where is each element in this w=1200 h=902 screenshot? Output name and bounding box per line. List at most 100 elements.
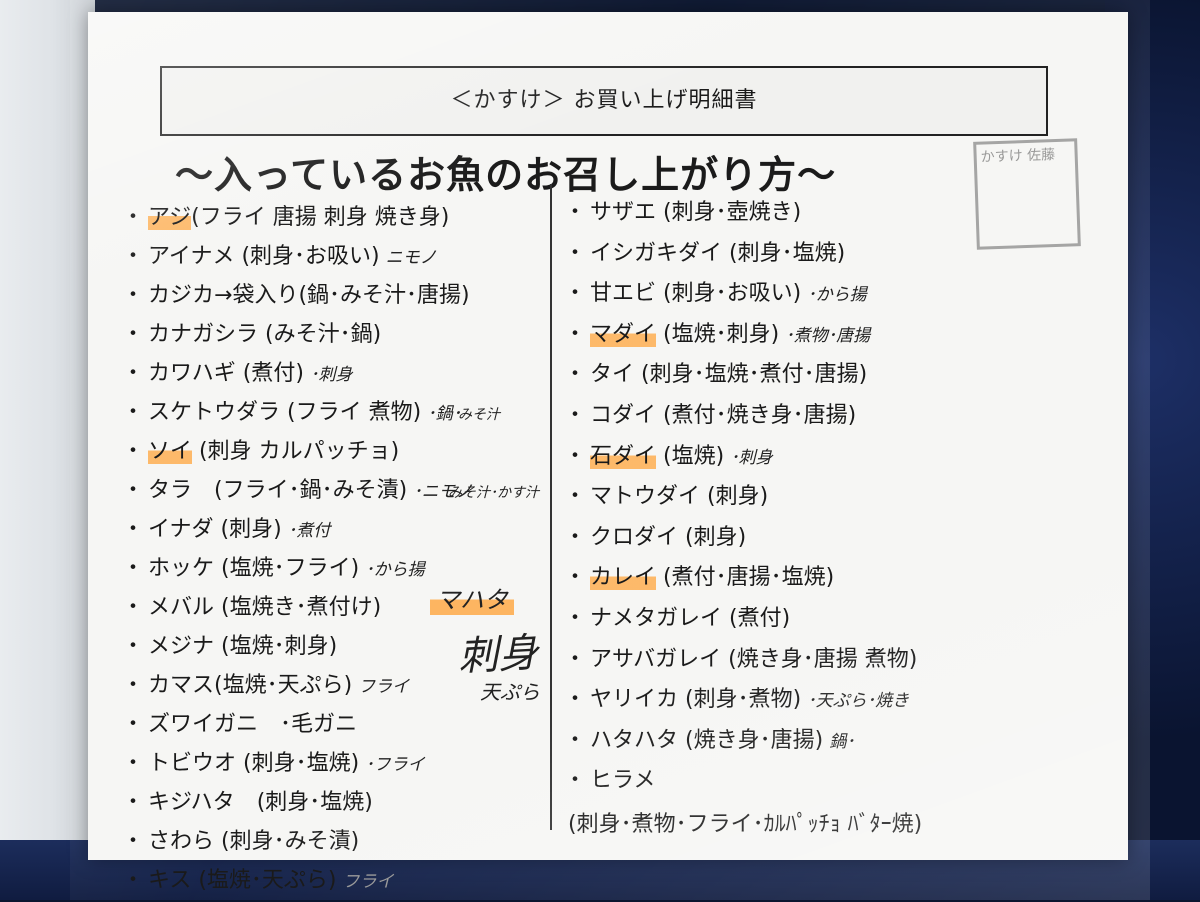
cooking-methods: (刺身): [678, 524, 747, 550]
right-fish-list: ・サザエ (刺身･壺焼き) ・イシガキダイ (刺身･塩焼) ・甘エビ (刺身･お吸い…: [560, 193, 1060, 802]
fish-name: イシガキダイ: [590, 240, 723, 266]
handwritten-note: ･煮物･唐揚: [785, 325, 871, 346]
cooking-methods: (フライ 唐揚 刺身 焼き身): [191, 205, 450, 230]
fish-list-item: ・キジハタ (刺身･塩焼): [118, 783, 558, 822]
cooking-methods: (煮付): [722, 605, 791, 631]
bullet: ・: [563, 402, 586, 428]
bullet: ・: [563, 727, 586, 753]
handwritten-note: ･から揚: [365, 560, 425, 580]
bullet: ・: [121, 790, 144, 815]
bullet: ・: [563, 524, 586, 550]
handwritten-note: ･フライ: [365, 755, 425, 775]
fish-list-item: ・ヒラメ: [560, 761, 1060, 802]
fish-list-item: ・カナガシラ (みそ汁･鍋): [118, 315, 558, 354]
cooking-methods: (塩焼): [656, 443, 725, 469]
handwritten-tempura-note: 天ぷら: [480, 680, 540, 704]
handwritten-note: ･煮付: [287, 521, 331, 541]
handwritten-note: フライ: [358, 677, 410, 697]
hirame-methods: (刺身･煮物･フライ･ｶﾙﾊﾟｯﾁｮ ﾊﾞﾀｰ焼): [568, 812, 923, 837]
bullet: ・: [563, 605, 586, 631]
fish-list-item: ・石ダイ (塩焼) ･刺身: [560, 437, 1060, 478]
fish-list-item: ・イナダ (刺身) ･煮付: [118, 510, 558, 549]
fish-name: カマス: [148, 673, 215, 698]
bullet: ・: [121, 712, 144, 737]
cooking-methods: (煮付･焼き身･唐揚): [656, 402, 857, 428]
bullet: ・: [563, 565, 586, 591]
fish-list-item: ・甘エビ (刺身･お吸い) ･から揚: [560, 274, 1060, 315]
fish-name: キジハタ: [148, 790, 235, 815]
bullet: ・: [121, 478, 144, 503]
fish-list-item: ・ヤリイカ (刺身･煮物) ･天ぷら･焼き: [560, 680, 1060, 721]
handwritten-sashimi-note: 刺身: [457, 629, 540, 681]
cooking-methods: (焼き身･唐揚): [678, 727, 824, 753]
bullet: ・: [563, 281, 586, 307]
fish-name: スケトウダラ: [148, 400, 281, 425]
fish-name: ヒラメ: [590, 768, 656, 794]
fish-name: トビウオ: [148, 751, 237, 776]
cooking-methods: (塩焼･刺身): [656, 321, 780, 347]
fish-name: カレイ: [590, 565, 657, 591]
fish-name: アジ: [148, 205, 192, 230]
bullet: ・: [563, 484, 586, 510]
fish-list-item: ・コダイ (煮付･焼き身･唐揚): [560, 396, 1060, 437]
fish-list-item: ・ハタハタ (焼き身･唐揚) 鍋･: [560, 721, 1060, 762]
fish-name: メバル: [148, 595, 215, 620]
bullet: ・: [563, 362, 586, 388]
fish-list-item: ・ソイ (刺身 カルパッチョ): [118, 432, 558, 471]
fish-name: クロダイ: [590, 524, 679, 550]
cooking-methods: (焼き身･唐揚 煮物): [721, 646, 918, 672]
cooking-methods: ･毛ガニ: [258, 712, 358, 737]
fish-list-item: ・アジ(フライ 唐揚 刺身 焼き身): [118, 198, 558, 237]
fish-name: マダイ: [590, 321, 657, 347]
cooking-methods: (刺身): [213, 517, 282, 542]
handwritten-maha-note: マハタ: [430, 580, 514, 615]
bullet: ・: [563, 200, 586, 225]
fish-list-item: ・さわら (刺身･みそ漬): [118, 822, 558, 861]
cooking-methods: (刺身･みそ漬): [214, 829, 360, 854]
cooking-methods: (刺身･煮物): [678, 687, 802, 713]
fish-name: カワハギ: [148, 361, 236, 386]
bullet: ・: [121, 283, 144, 308]
fish-list-item: ・クロダイ (刺身): [560, 518, 1060, 559]
fish-name: ハタハタ: [590, 727, 679, 753]
receipt-title: ＜かすけ＞ お買い上げ明細書: [450, 88, 758, 113]
fish-list-item: ・トビウオ (刺身･塩焼) ･フライ: [118, 744, 558, 783]
fish-list-item: ・ズワイガニ ･毛ガニ: [118, 705, 558, 744]
fish-list-item: ・マダイ (塩焼･刺身) ･煮物･唐揚: [560, 315, 1060, 356]
bullet: ・: [121, 439, 144, 464]
handwritten-note: ･から揚: [807, 285, 867, 306]
fish-name: ナメタガレイ: [590, 605, 723, 631]
bullet: ・: [121, 634, 144, 659]
cooking-methods: (煮付･唐揚･塩焼): [656, 565, 835, 591]
bullet: ・: [121, 400, 144, 425]
bullet: ・: [563, 321, 586, 347]
bullet: ・: [563, 646, 586, 672]
fish-name: 甘エビ: [590, 281, 657, 307]
handwritten-note: フライ: [342, 872, 394, 892]
cooking-methods: (刺身･お吸い): [234, 244, 380, 269]
bullet: ・: [121, 517, 144, 542]
fish-list-item: ・サザエ (刺身･壺焼き): [560, 193, 1060, 234]
cooking-methods: (刺身･塩焼): [722, 240, 846, 266]
cooking-methods: (刺身･お吸い): [656, 281, 802, 307]
page-title: ～入っているお魚のお召し上がり方～: [175, 153, 837, 197]
fish-name: キス: [148, 868, 192, 893]
cooking-methods: (刺身･壺焼き): [656, 200, 802, 225]
fish-name: カナガシラ: [148, 322, 259, 347]
handwritten-note: 鍋･: [829, 731, 855, 752]
fish-list-item: ・カジカ→袋入り(鍋･みそ汁･唐揚): [118, 276, 558, 315]
bullet: ・: [121, 829, 144, 854]
fish-name: コダイ: [590, 402, 657, 428]
bullet: ・: [563, 443, 586, 469]
bullet: ・: [121, 244, 144, 269]
cooking-methods: (みそ汁･鍋): [258, 322, 382, 347]
fish-list-item: ・マトウダイ (刺身): [560, 477, 1060, 518]
bullet: ・: [121, 751, 144, 776]
cooking-methods: →袋入り(鍋･みそ汁･唐揚): [214, 283, 470, 308]
handwritten-note: みそ汁: [458, 407, 500, 423]
bullet: ・: [121, 322, 144, 347]
cooking-methods: (煮付): [235, 361, 304, 386]
cooking-methods: (塩焼･フライ): [214, 556, 360, 581]
handwritten-note: ニモノ: [385, 248, 437, 268]
fish-name: ソイ: [148, 439, 193, 464]
